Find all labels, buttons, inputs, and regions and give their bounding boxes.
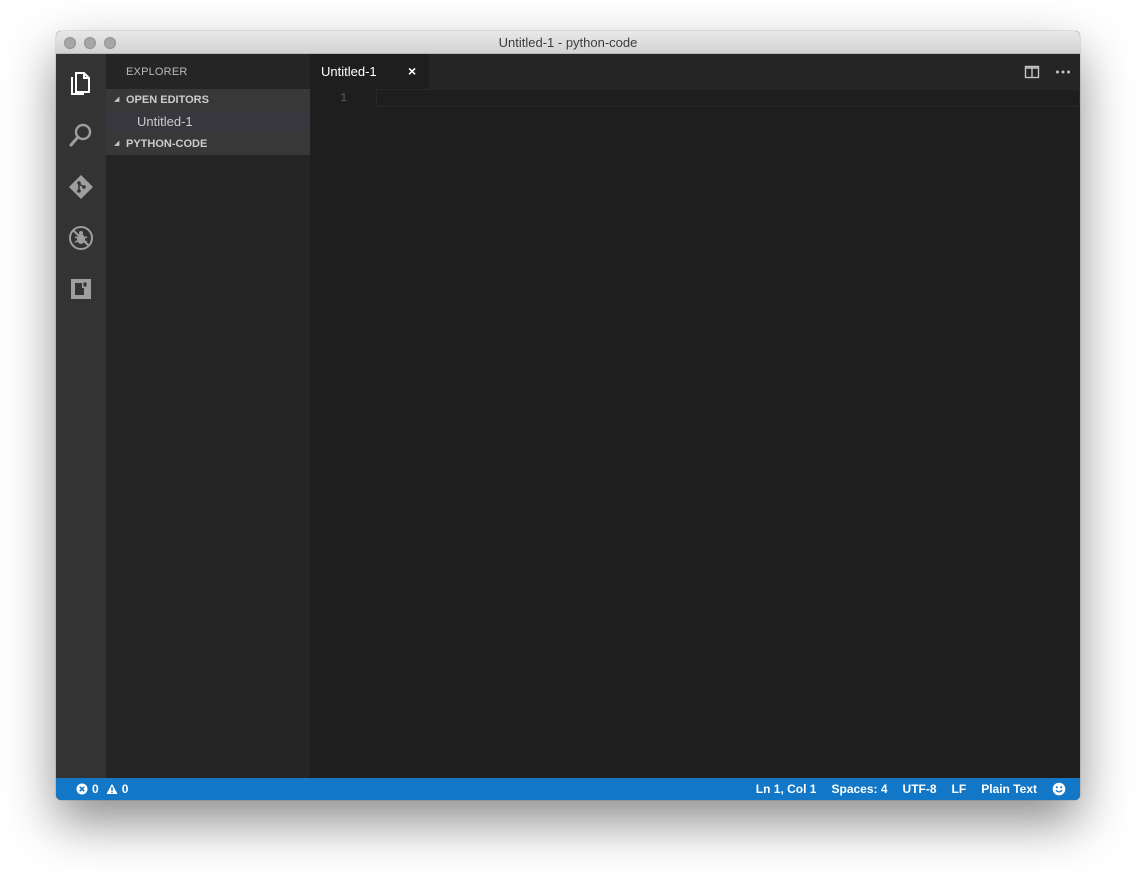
explorer-sidebar: EXPLORER ◢ OPEN EDITORS Untitled-1 ◢ PYT… (106, 54, 310, 778)
search-icon[interactable] (67, 121, 95, 149)
tab-bar: Untitled-1 × (310, 54, 1080, 89)
encoding-setting[interactable]: UTF-8 (903, 778, 937, 800)
more-actions-icon[interactable] (1055, 54, 1071, 89)
error-icon (76, 783, 88, 795)
indentation-setting[interactable]: Spaces: 4 (831, 778, 887, 800)
files-icon[interactable] (67, 69, 95, 97)
window-title: Untitled-1 - python-code (498, 35, 638, 50)
debug-icon[interactable] (67, 224, 95, 252)
language-mode[interactable]: Plain Text (981, 778, 1037, 800)
tab-untitled-1[interactable]: Untitled-1 × (310, 54, 430, 89)
error-count: 0 (92, 782, 99, 796)
vscode-window: Untitled-1 - python-code EXPLORER ◢ OPEN… (56, 31, 1080, 800)
tab-close-icon[interactable]: × (408, 62, 416, 80)
status-bar: 0 0 Ln 1, Col 1 Spaces: 4 UTF-8 LF Plain… (56, 778, 1080, 800)
section-label: OPEN EDITORS (126, 94, 209, 106)
line-number: 1 (340, 91, 348, 105)
warning-icon (106, 783, 118, 795)
extensions-icon[interactable] (67, 275, 95, 303)
problems-indicator[interactable]: 0 0 (76, 778, 128, 800)
smiley-icon[interactable] (1052, 782, 1066, 796)
text-editor-current-line[interactable] (376, 89, 1080, 107)
open-editor-item-label: Untitled-1 (137, 114, 193, 129)
status-right-items: Ln 1, Col 1 Spaces: 4 UTF-8 LF Plain Tex… (741, 778, 1066, 800)
expanded-triangle-icon: ◢ (114, 96, 120, 103)
open-editors-section-header[interactable]: ◢ OPEN EDITORS (106, 89, 310, 111)
editor-area: Untitled-1 × 1 (310, 54, 1080, 778)
open-editor-item[interactable]: Untitled-1 (106, 111, 310, 133)
section-label: PYTHON-CODE (126, 138, 208, 150)
cursor-position[interactable]: Ln 1, Col 1 (756, 778, 817, 800)
title-bar: Untitled-1 - python-code (56, 31, 1080, 54)
tab-label: Untitled-1 (321, 64, 377, 79)
expanded-triangle-icon: ◢ (114, 140, 120, 147)
eol-setting[interactable]: LF (952, 778, 967, 800)
python-code-section-header[interactable]: ◢ PYTHON-CODE (106, 133, 310, 155)
warning-count: 0 (121, 782, 129, 796)
activity-bar (56, 54, 106, 778)
split-editor-icon[interactable] (1024, 54, 1040, 89)
explorer-title: EXPLORER (126, 66, 188, 78)
source-control-icon[interactable] (67, 173, 95, 201)
